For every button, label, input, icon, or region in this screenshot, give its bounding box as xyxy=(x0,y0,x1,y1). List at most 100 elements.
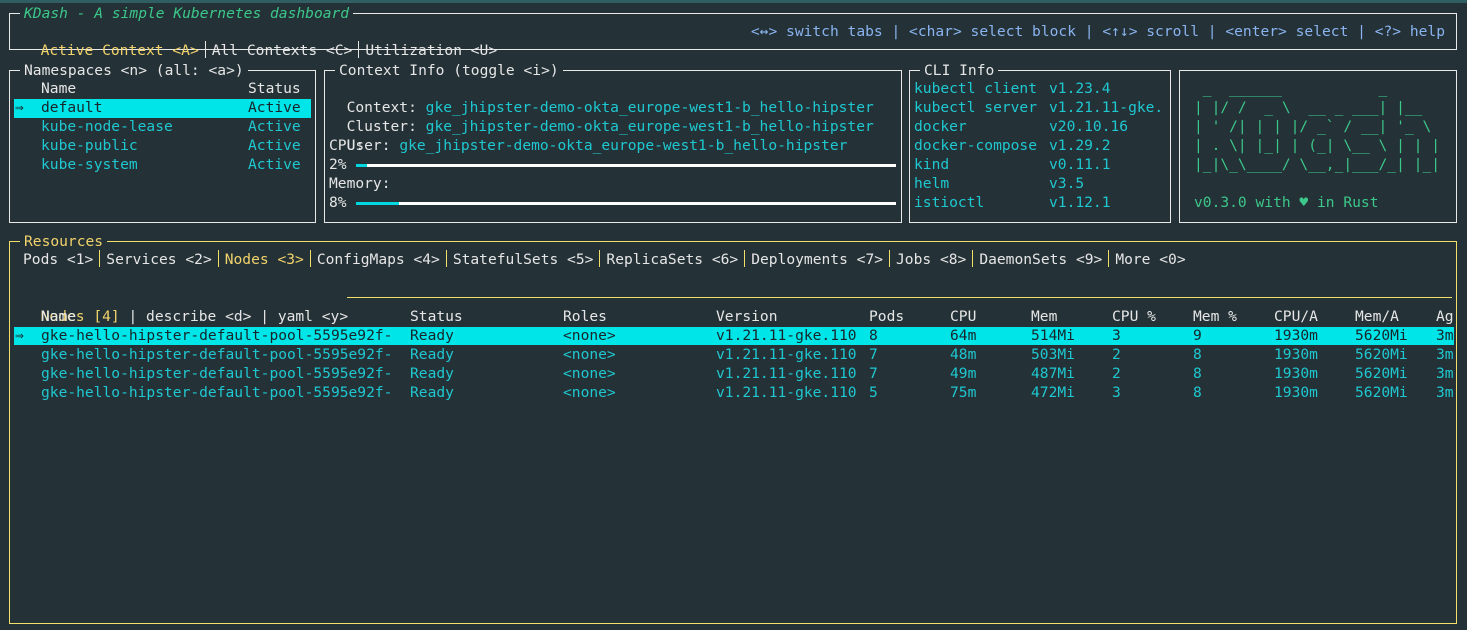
cli-tool-name: kubectl client xyxy=(914,80,1038,97)
tab-separator xyxy=(445,250,447,267)
table-cell: <none> xyxy=(563,346,616,363)
table-cell: 2 xyxy=(1112,365,1121,382)
tab-all-contexts[interactable]: All Contexts <C> xyxy=(212,42,353,59)
tab-separator xyxy=(217,250,219,267)
cli-tool-name: docker-compose xyxy=(914,137,1038,154)
column-header[interactable]: CPU % xyxy=(1112,307,1156,326)
table-cell: 8 xyxy=(869,327,878,344)
column-header[interactable]: Roles xyxy=(563,307,607,326)
column-header[interactable]: Name xyxy=(41,307,76,326)
ascii-logo-line: |_|\_\____/ \__,_|___/_| |_| xyxy=(1194,156,1441,173)
ascii-logo-line: | . \| |_| | (_| \__ \ | | | xyxy=(1194,137,1441,154)
cli-info-title: CLI Info xyxy=(920,61,999,80)
cli-tool-version: v20.10.16 xyxy=(1049,118,1129,135)
cli-tool-name: docker xyxy=(914,118,967,135)
table-cell: 2 xyxy=(1112,346,1121,363)
column-header[interactable]: Status xyxy=(410,307,463,326)
table-cell: 503Mi xyxy=(1031,346,1075,363)
table-cell: 3 xyxy=(1112,384,1121,401)
table-cell: 49m xyxy=(950,365,977,382)
namespace-status: Active xyxy=(248,99,301,116)
table-cell: 7 xyxy=(869,365,878,382)
ascii-logo-line: _ ______ _ xyxy=(1194,80,1432,97)
table-cell: 5 xyxy=(869,384,878,401)
cli-tool-name: istioctl xyxy=(914,194,985,211)
column-header[interactable]: Mem/A xyxy=(1355,307,1399,326)
table-cell: gke-hello-hipster-default-pool-5595e92f- xyxy=(41,327,393,344)
namespace-status: Active xyxy=(248,137,301,154)
table-cell: 3m xyxy=(1436,327,1454,344)
column-header[interactable]: CPU xyxy=(950,307,976,326)
table-cell: Ready xyxy=(410,365,454,382)
table-cell: 8 xyxy=(1193,346,1202,363)
cli-tool-version: v3.5 xyxy=(1049,175,1085,192)
tab-services[interactable]: Services <2> xyxy=(106,251,211,268)
table-cell: <none> xyxy=(563,327,616,344)
ascii-logo-line: | ' /| | | |/ _` / __| '_ \ xyxy=(1194,118,1441,135)
table-cell: gke-hello-hipster-default-pool-5595e92f- xyxy=(41,384,393,401)
memory-gauge-fill xyxy=(356,202,400,205)
logo-tagline: v0.3.0 with ♥ in Rust xyxy=(1194,194,1379,211)
table-cell: 514Mi xyxy=(1031,327,1075,344)
table-cell: 8 xyxy=(1193,384,1202,401)
table-cell: 1930m xyxy=(1274,346,1318,363)
user-line: User: gke_jhipster-demo-okta_europe-west… xyxy=(329,117,848,155)
tab-more[interactable]: More <0> xyxy=(1115,251,1185,268)
table-cell: v1.21.11-gke.110 xyxy=(716,365,857,382)
ns-header-status: Status xyxy=(248,80,301,97)
column-header[interactable]: CPU/A xyxy=(1274,307,1318,326)
namespace-name: kube-system xyxy=(41,156,138,173)
table-cell: gke-hello-hipster-default-pool-5595e92f- xyxy=(41,346,393,363)
namespace-name: kube-node-lease xyxy=(41,118,173,135)
namespace-status: Active xyxy=(248,118,301,135)
tab-utilization[interactable]: Utilization <U> xyxy=(365,42,497,59)
selector-arrow-icon: ⇒ xyxy=(15,327,24,344)
table-cell: v1.21.11-gke.110 xyxy=(716,346,857,363)
column-header[interactable]: Pods xyxy=(869,307,904,326)
table-cell: 9 xyxy=(1193,327,1202,344)
tab-pods[interactable]: Pods <1> xyxy=(23,251,93,268)
cli-tool-version: v1.29.2 xyxy=(1049,137,1111,154)
table-cell: 3m xyxy=(1436,346,1454,363)
table-cell: 1930m xyxy=(1274,384,1318,401)
table-cell: Ready xyxy=(410,327,454,344)
table-cell: 5620Mi xyxy=(1355,327,1408,344)
table-cell: 3m xyxy=(1436,384,1454,401)
column-header[interactable]: Mem xyxy=(1031,307,1057,326)
help-text: <↔> switch tabs | <char> select block | … xyxy=(750,23,1445,40)
table-cell: 64m xyxy=(950,327,977,344)
table-cell: v1.21.11-gke.110 xyxy=(716,384,857,401)
table-cell: 3m xyxy=(1436,365,1454,382)
table-row-selected[interactable]: ⇒ gke-hello-hipster-default-pool-5595e92f… xyxy=(14,327,1454,345)
table-cell: 8 xyxy=(1193,365,1202,382)
tab-separator xyxy=(1108,250,1110,267)
tab-deployments[interactable]: Deployments <7> xyxy=(751,251,883,268)
app-title: KDash - A simple Kubernetes dashboard xyxy=(20,4,354,23)
tab-jobs[interactable]: Jobs <8> xyxy=(896,251,966,268)
table-cell: 5620Mi xyxy=(1355,384,1408,401)
cli-tool-version: v1.21.11-gke. xyxy=(1049,99,1164,116)
tab-configmaps[interactable]: ConfigMaps <4> xyxy=(317,251,440,268)
tab-nodes[interactable]: Nodes <3> xyxy=(225,251,304,268)
tab-separator xyxy=(358,41,360,58)
namespace-row-default[interactable]: ⇒ default Active xyxy=(14,99,311,118)
memory-percent-text: 8% xyxy=(329,194,347,211)
table-cell: 3 xyxy=(1112,327,1121,344)
memory-label: Memory: xyxy=(329,175,391,192)
tab-replicasets[interactable]: ReplicaSets <6> xyxy=(606,251,738,268)
column-header[interactable]: Version xyxy=(716,307,778,326)
cpu-percent-text: 2% xyxy=(329,156,347,173)
column-header[interactable]: Mem % xyxy=(1193,307,1237,326)
tab-statefulsets[interactable]: StatefulSets <5> xyxy=(453,251,594,268)
window-top-strip xyxy=(0,0,1467,3)
tab-active-context[interactable]: Active Context <A> xyxy=(41,42,199,59)
user-value: gke_jhipster-demo-okta_europe-west1-b_he… xyxy=(399,137,848,154)
column-header[interactable]: Ag xyxy=(1436,307,1454,326)
namespace-name: default xyxy=(41,99,103,116)
cli-tool-version: v1.12.1 xyxy=(1049,194,1111,211)
tab-daemonsets[interactable]: DaemonSets <9> xyxy=(979,251,1102,268)
cli-tool-name: kind xyxy=(914,156,950,173)
table-cell: 487Mi xyxy=(1031,365,1075,382)
tab-separator xyxy=(309,250,311,267)
tab-separator xyxy=(204,41,206,58)
